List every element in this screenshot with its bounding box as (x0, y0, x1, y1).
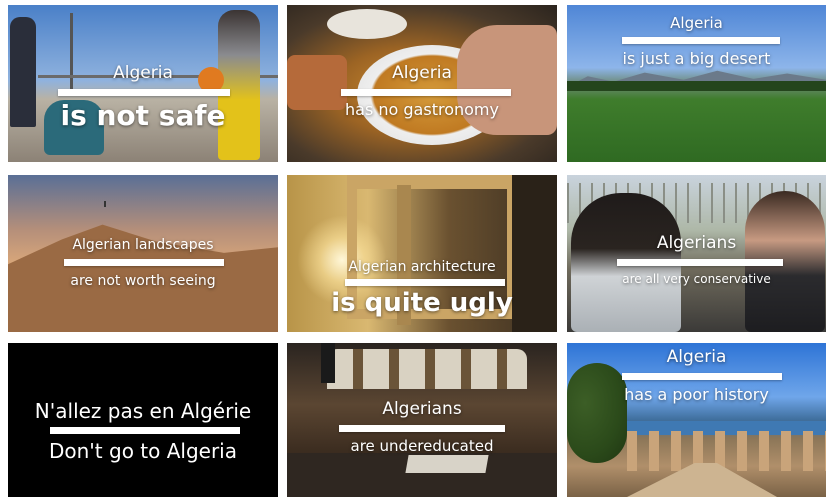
arched-windows (327, 349, 527, 389)
caption-line1: Algerians (656, 233, 737, 253)
photo-tile-desert: Algeria is just a big desert (567, 5, 826, 162)
caption-bar (50, 427, 240, 434)
caption-line2: is quite ugly (331, 288, 513, 318)
ceiling-lamp (321, 343, 335, 383)
child-figure (218, 10, 260, 160)
caption-line1: N'allez pas en Algérie (34, 399, 252, 423)
caption-line2: has no gastronomy (345, 100, 499, 119)
caption-bar (58, 89, 230, 96)
tree-line (567, 81, 826, 91)
caption-line1: Algerian landscapes (72, 237, 214, 253)
ruin-columns (627, 431, 826, 471)
caption-bar (617, 259, 783, 266)
caption-line1: Algeria (670, 14, 723, 32)
caption-bar (345, 279, 505, 286)
caption-bar (341, 89, 511, 96)
tiny-person (104, 201, 106, 207)
photo-tile-architecture: Algerian architecture is quite ugly (287, 175, 557, 332)
caption-line2: has a poor history (624, 385, 769, 404)
caption-bar (339, 425, 505, 432)
photo-tile-history: Algeria has a poor history (567, 343, 826, 497)
photo-tile-conservative: Algerians are all very conservative (567, 175, 826, 332)
trees (567, 363, 627, 463)
caption-line1: Algerian architecture (348, 259, 496, 275)
caption-line1: Algeria (392, 63, 452, 83)
caption-line2: is just a big desert (622, 49, 771, 68)
caption-line1: Algeria (666, 347, 727, 367)
caption-line2: are not worth seeing (70, 273, 216, 289)
books (405, 455, 489, 473)
photo-tile-not-safe: Algeria is not safe (8, 5, 278, 162)
caption-bar (622, 373, 782, 380)
caption-line2: are all very conservative (622, 272, 771, 286)
plate (327, 9, 407, 39)
caption-line1: Algeria (113, 63, 173, 83)
photo-tile-landscapes: Algerian landscapes are not worth seeing (8, 175, 278, 332)
photo-tile-gastronomy: Algeria has no gastronomy (287, 5, 557, 162)
photo-tile-undereducated: Algerians are undereducated (287, 343, 557, 497)
caption-bar (622, 37, 780, 44)
caption-line2: is not safe (60, 99, 226, 132)
caption-line2: are undereducated (350, 437, 494, 455)
caption-line2: Don't go to Algeria (48, 439, 237, 463)
caption-bar (64, 259, 224, 266)
caption-line1: Algerians (382, 399, 462, 419)
black-title-card: N'allez pas en Algérie Don't go to Alger… (8, 343, 278, 497)
